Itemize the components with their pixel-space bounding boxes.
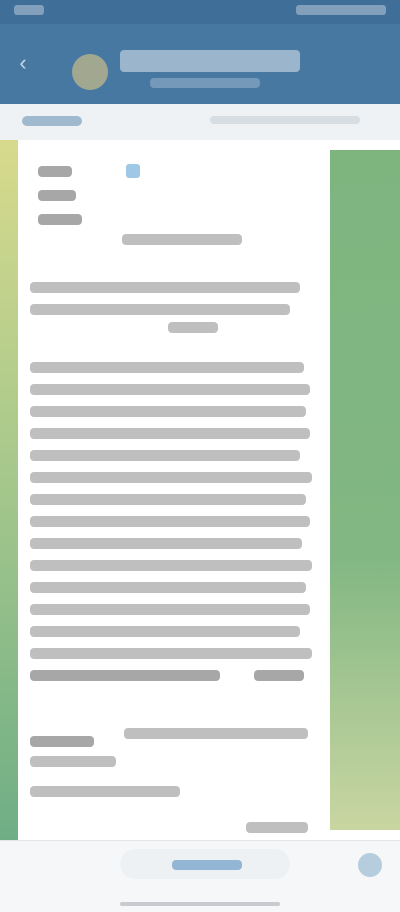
text-line — [124, 728, 308, 739]
message-input[interactable] — [120, 849, 290, 879]
pinned-label — [22, 116, 82, 126]
home-indicator — [120, 902, 280, 906]
text-line — [30, 516, 310, 527]
text-line — [30, 604, 310, 615]
text-line — [30, 670, 220, 681]
composer-bar — [0, 840, 400, 912]
text-line — [30, 304, 290, 315]
chat-subtitle — [150, 78, 260, 88]
pinned-bar[interactable] — [0, 104, 400, 140]
text-line — [30, 582, 306, 593]
chat-title[interactable] — [120, 50, 300, 72]
status-bar — [0, 0, 400, 24]
composer-action[interactable] — [172, 860, 242, 870]
text-line — [30, 648, 312, 659]
text-line — [30, 786, 180, 797]
text-line — [30, 406, 306, 417]
text-line — [30, 472, 312, 483]
text-line — [122, 234, 242, 245]
text-line — [38, 214, 82, 225]
text-line — [30, 362, 304, 373]
message-time — [246, 822, 308, 833]
wallpaper-left — [0, 140, 18, 840]
text-line — [30, 560, 312, 571]
back-icon[interactable]: ‹ — [10, 50, 36, 76]
text-line — [30, 428, 310, 439]
text-line — [30, 538, 302, 549]
link-icon[interactable] — [126, 164, 140, 178]
text-line — [30, 450, 300, 461]
title-bar: ‹ — [0, 24, 400, 104]
wallpaper-right — [330, 150, 400, 830]
text-line — [30, 756, 116, 767]
text-line — [30, 494, 306, 505]
text-line — [38, 166, 72, 177]
status-icons — [296, 5, 386, 15]
text-line — [38, 190, 76, 201]
message-bubble[interactable] — [18, 142, 328, 842]
status-time — [14, 5, 44, 15]
avatar[interactable] — [72, 54, 108, 90]
text-line — [30, 384, 310, 395]
text-line — [254, 670, 304, 681]
text-line — [30, 626, 300, 637]
send-icon[interactable] — [358, 853, 382, 877]
text-line — [168, 322, 218, 333]
pinned-preview — [210, 116, 360, 124]
text-line — [30, 736, 94, 747]
text-line — [30, 282, 300, 293]
